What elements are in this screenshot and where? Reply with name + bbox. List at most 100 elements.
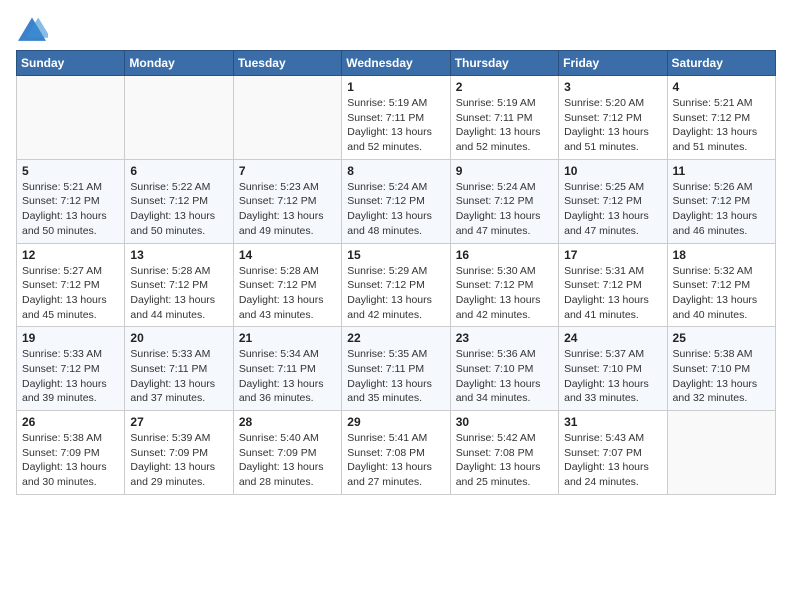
calendar-cell	[125, 76, 233, 160]
day-info: Sunrise: 5:30 AMSunset: 7:12 PMDaylight:…	[456, 264, 553, 323]
calendar-cell	[233, 76, 341, 160]
day-number: 16	[456, 248, 553, 262]
day-number: 28	[239, 415, 336, 429]
calendar-cell: 11 Sunrise: 5:26 AMSunset: 7:12 PMDayligh…	[667, 159, 775, 243]
calendar-cell: 10 Sunrise: 5:25 AMSunset: 7:12 PMDayligh…	[559, 159, 667, 243]
week-row-5: 26Sunrise: 5:38 AMSunset: 7:09 PMDayligh…	[17, 411, 776, 495]
weekday-header-wednesday: Wednesday	[342, 51, 450, 76]
day-number: 27	[130, 415, 227, 429]
day-number: 7	[239, 164, 336, 178]
day-info: Sunrise: 5:21 AMSunset: 7:12 PMDaylight:…	[22, 180, 119, 239]
day-number: 11	[673, 164, 770, 178]
weekday-header-monday: Monday	[125, 51, 233, 76]
day-number: 21	[239, 331, 336, 345]
calendar-cell	[17, 76, 125, 160]
day-number: 6	[130, 164, 227, 178]
logo-icon	[16, 16, 48, 44]
day-info: Sunrise: 5:19 AMSunset: 7:11 PMDaylight:…	[347, 96, 444, 155]
day-info: Sunrise: 5:26 AMSunset: 7:12 PMDaylight:…	[673, 180, 770, 239]
day-number: 24	[564, 331, 661, 345]
calendar-cell: 19 Sunrise: 5:33 AMSunset: 7:12 PMDayligh…	[17, 327, 125, 411]
calendar-cell: 5 Sunrise: 5:21 AMSunset: 7:12 PMDaylight…	[17, 159, 125, 243]
day-info: Sunrise: 5:33 AMSunset: 7:11 PMDaylight:…	[130, 347, 227, 406]
day-info: Sunrise: 5:34 AMSunset: 7:11 PMDaylight:…	[239, 347, 336, 406]
calendar-cell: 14 Sunrise: 5:28 AMSunset: 7:12 PMDayligh…	[233, 243, 341, 327]
page-header	[16, 16, 776, 44]
day-number: 5	[22, 164, 119, 178]
day-info: Sunrise: 5:42 AMSunset: 7:08 PMDaylight:…	[456, 431, 553, 490]
day-number: 8	[347, 164, 444, 178]
day-number: 15	[347, 248, 444, 262]
calendar-cell: 20 Sunrise: 5:33 AMSunset: 7:11 PMDayligh…	[125, 327, 233, 411]
day-number: 23	[456, 331, 553, 345]
day-number: 4	[673, 80, 770, 94]
weekday-header-friday: Friday	[559, 51, 667, 76]
calendar-cell: 25 Sunrise: 5:38 AMSunset: 7:10 PMDayligh…	[667, 327, 775, 411]
week-row-4: 19 Sunrise: 5:33 AMSunset: 7:12 PMDayligh…	[17, 327, 776, 411]
day-number: 19	[22, 331, 119, 345]
calendar-cell: 17Sunrise: 5:31 AMSunset: 7:12 PMDayligh…	[559, 243, 667, 327]
calendar-cell: 18 Sunrise: 5:32 AMSunset: 7:12 PMDayligh…	[667, 243, 775, 327]
day-number: 14	[239, 248, 336, 262]
day-info: Sunrise: 5:28 AMSunset: 7:12 PMDaylight:…	[130, 264, 227, 323]
calendar-cell: 16 Sunrise: 5:30 AMSunset: 7:12 PMDayligh…	[450, 243, 558, 327]
day-info: Sunrise: 5:37 AMSunset: 7:10 PMDaylight:…	[564, 347, 661, 406]
day-info: Sunrise: 5:29 AMSunset: 7:12 PMDaylight:…	[347, 264, 444, 323]
weekday-header-saturday: Saturday	[667, 51, 775, 76]
day-number: 25	[673, 331, 770, 345]
calendar-cell: 7 Sunrise: 5:23 AMSunset: 7:12 PMDaylight…	[233, 159, 341, 243]
calendar-cell: 3 Sunrise: 5:20 AMSunset: 7:12 PMDaylight…	[559, 76, 667, 160]
day-info: Sunrise: 5:23 AMSunset: 7:12 PMDaylight:…	[239, 180, 336, 239]
day-number: 1	[347, 80, 444, 94]
day-number: 30	[456, 415, 553, 429]
weekday-header-row: SundayMondayTuesdayWednesdayThursdayFrid…	[17, 51, 776, 76]
weekday-header-thursday: Thursday	[450, 51, 558, 76]
day-info: Sunrise: 5:32 AMSunset: 7:12 PMDaylight:…	[673, 264, 770, 323]
day-number: 10	[564, 164, 661, 178]
day-info: Sunrise: 5:22 AMSunset: 7:12 PMDaylight:…	[130, 180, 227, 239]
day-info: Sunrise: 5:24 AMSunset: 7:12 PMDaylight:…	[347, 180, 444, 239]
calendar-cell: 13 Sunrise: 5:28 AMSunset: 7:12 PMDayligh…	[125, 243, 233, 327]
calendar-cell: 24 Sunrise: 5:37 AMSunset: 7:10 PMDayligh…	[559, 327, 667, 411]
day-number: 22	[347, 331, 444, 345]
calendar-cell: 15 Sunrise: 5:29 AMSunset: 7:12 PMDayligh…	[342, 243, 450, 327]
day-info: Sunrise: 5:20 AMSunset: 7:12 PMDaylight:…	[564, 96, 661, 155]
day-number: 9	[456, 164, 553, 178]
day-info: Sunrise: 5:27 AMSunset: 7:12 PMDaylight:…	[22, 264, 119, 323]
day-info: Sunrise: 5:36 AMSunset: 7:10 PMDaylight:…	[456, 347, 553, 406]
calendar-cell: 22 Sunrise: 5:35 AMSunset: 7:11 PMDayligh…	[342, 327, 450, 411]
day-number: 29	[347, 415, 444, 429]
day-info: Sunrise: 5:35 AMSunset: 7:11 PMDaylight:…	[347, 347, 444, 406]
calendar-cell: 29Sunrise: 5:41 AMSunset: 7:08 PMDayligh…	[342, 411, 450, 495]
day-number: 2	[456, 80, 553, 94]
logo	[16, 16, 52, 44]
day-number: 18	[673, 248, 770, 262]
calendar-cell: 6 Sunrise: 5:22 AMSunset: 7:12 PMDaylight…	[125, 159, 233, 243]
week-row-3: 12 Sunrise: 5:27 AMSunset: 7:12 PMDayligh…	[17, 243, 776, 327]
calendar-table: SundayMondayTuesdayWednesdayThursdayFrid…	[16, 50, 776, 495]
calendar-cell: 31Sunrise: 5:43 AMSunset: 7:07 PMDayligh…	[559, 411, 667, 495]
day-info: Sunrise: 5:24 AMSunset: 7:12 PMDaylight:…	[456, 180, 553, 239]
calendar-cell: 12 Sunrise: 5:27 AMSunset: 7:12 PMDayligh…	[17, 243, 125, 327]
calendar-cell: 26Sunrise: 5:38 AMSunset: 7:09 PMDayligh…	[17, 411, 125, 495]
day-info: Sunrise: 5:40 AMSunset: 7:09 PMDaylight:…	[239, 431, 336, 490]
calendar-cell: 27 Sunrise: 5:39 AMSunset: 7:09 PMDayligh…	[125, 411, 233, 495]
day-info: Sunrise: 5:25 AMSunset: 7:12 PMDaylight:…	[564, 180, 661, 239]
day-info: Sunrise: 5:28 AMSunset: 7:12 PMDaylight:…	[239, 264, 336, 323]
day-number: 26	[22, 415, 119, 429]
calendar-cell: 1 Sunrise: 5:19 AMSunset: 7:11 PMDaylight…	[342, 76, 450, 160]
day-number: 3	[564, 80, 661, 94]
day-number: 20	[130, 331, 227, 345]
calendar-cell: 2 Sunrise: 5:19 AMSunset: 7:11 PMDaylight…	[450, 76, 558, 160]
day-info: Sunrise: 5:38 AMSunset: 7:10 PMDaylight:…	[673, 347, 770, 406]
day-info: Sunrise: 5:43 AMSunset: 7:07 PMDaylight:…	[564, 431, 661, 490]
calendar-cell: 4Sunrise: 5:21 AMSunset: 7:12 PMDaylight…	[667, 76, 775, 160]
calendar-cell: 28 Sunrise: 5:40 AMSunset: 7:09 PMDayligh…	[233, 411, 341, 495]
day-number: 13	[130, 248, 227, 262]
day-info: Sunrise: 5:19 AMSunset: 7:11 PMDaylight:…	[456, 96, 553, 155]
day-info: Sunrise: 5:39 AMSunset: 7:09 PMDaylight:…	[130, 431, 227, 490]
weekday-header-tuesday: Tuesday	[233, 51, 341, 76]
day-info: Sunrise: 5:33 AMSunset: 7:12 PMDaylight:…	[22, 347, 119, 406]
day-number: 12	[22, 248, 119, 262]
calendar-cell: 21 Sunrise: 5:34 AMSunset: 7:11 PMDayligh…	[233, 327, 341, 411]
